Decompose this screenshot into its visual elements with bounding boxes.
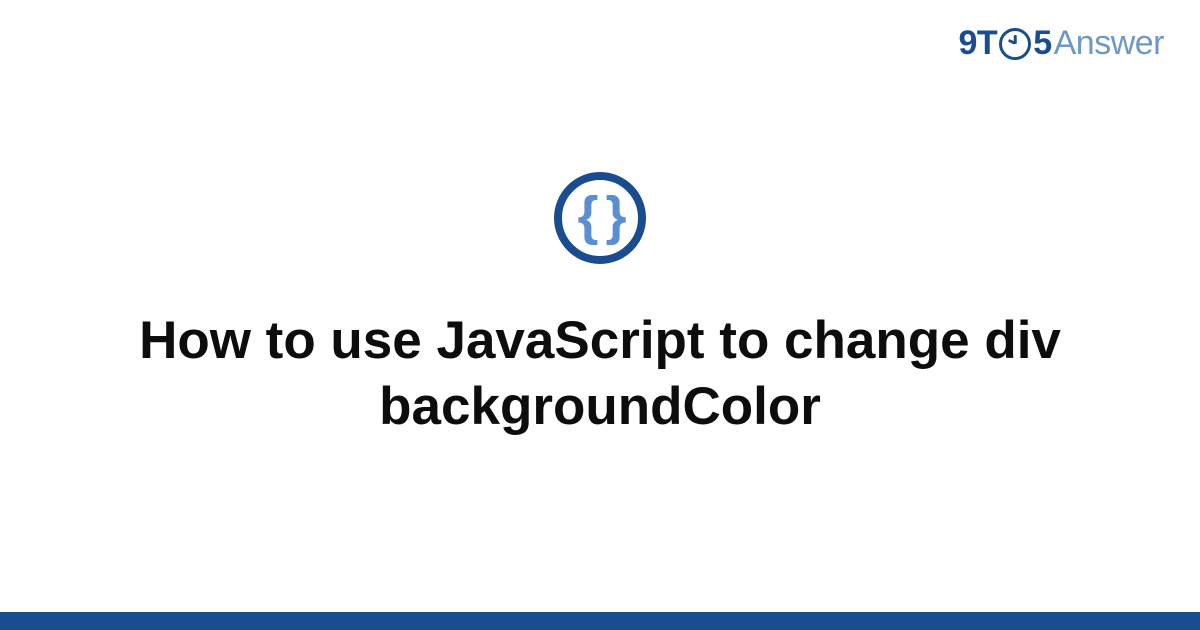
bottom-accent-bar bbox=[0, 612, 1200, 630]
page-title: How to use JavaScript to change div back… bbox=[110, 308, 1090, 441]
code-braces-icon: { } bbox=[554, 172, 646, 264]
main-content: { } How to use JavaScript to change div … bbox=[0, 0, 1200, 612]
braces-glyph: { } bbox=[577, 189, 622, 243]
